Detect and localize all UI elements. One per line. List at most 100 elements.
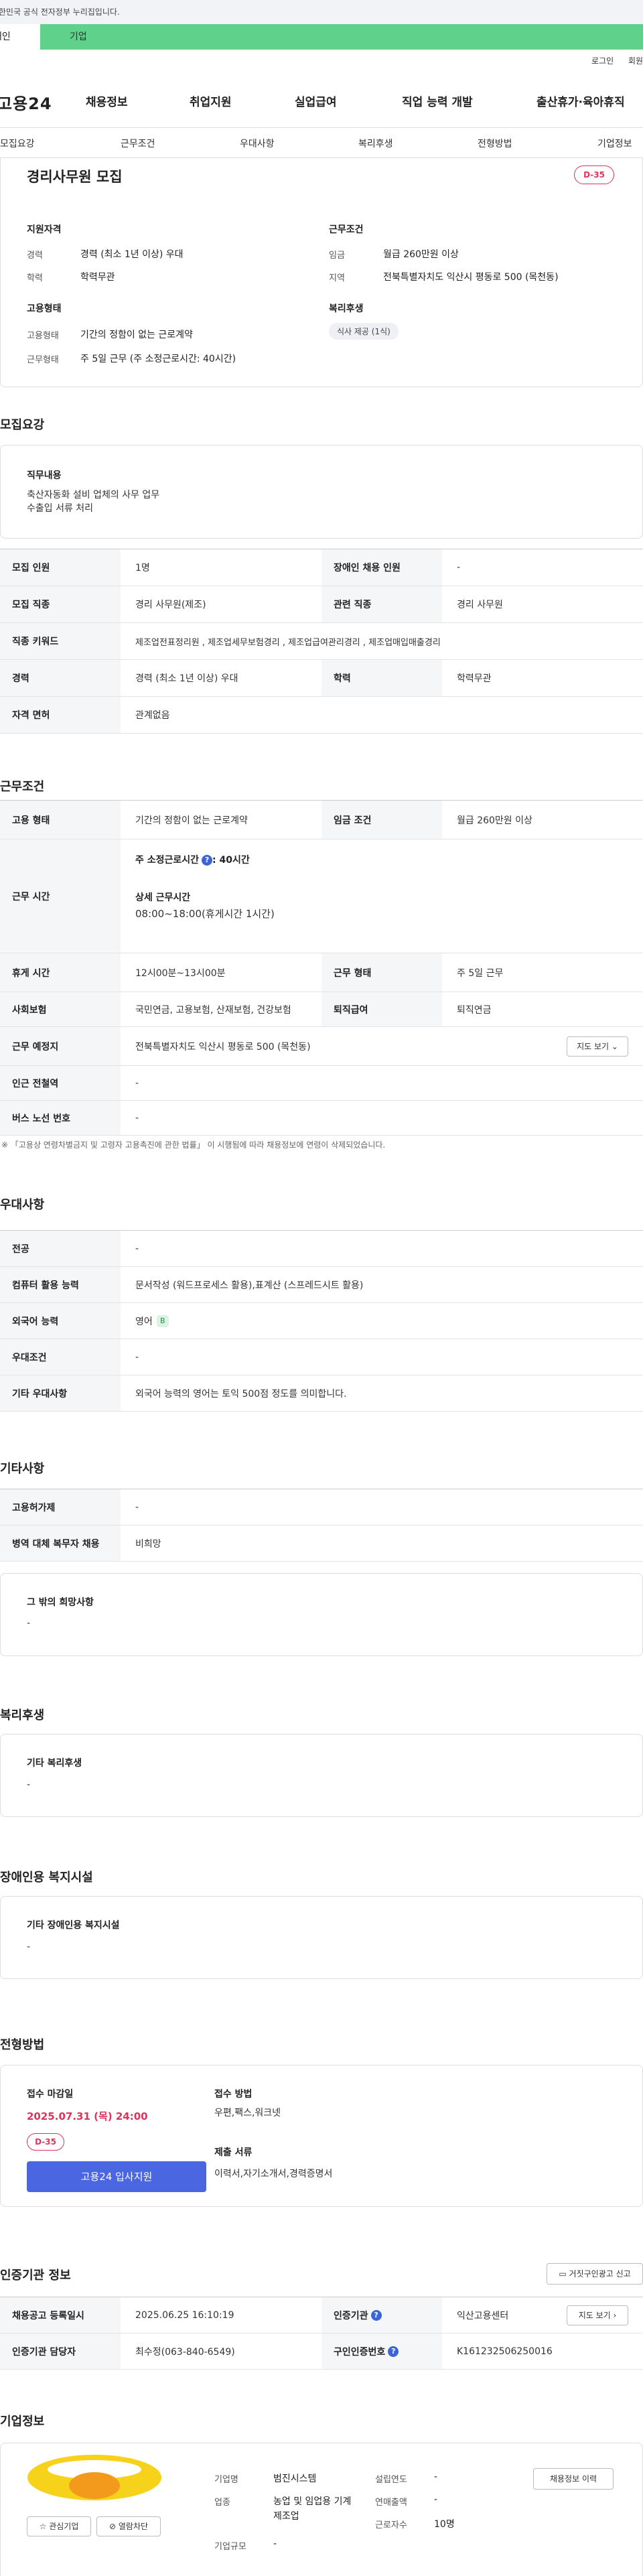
cell-value: - xyxy=(135,1112,139,1124)
gnb-item-employment-support[interactable]: 취업지원 xyxy=(190,92,232,109)
cell-value: 문서작성 (워드프로세스 활용),표계산 (스프레드시트 활용) xyxy=(135,1280,364,1291)
region-label: 지역 xyxy=(329,273,345,283)
cell-label: 근무 시간 xyxy=(0,839,121,953)
cell-value: 비희망 xyxy=(135,1538,161,1550)
cell-label: 근무 예정지 xyxy=(0,1027,121,1065)
agency-map-button[interactable]: 지도 보기 › xyxy=(567,2305,628,2325)
utility-menu: 로그인 회원가입 xyxy=(579,55,643,66)
table-row: 고용허가제 - xyxy=(0,1489,643,1526)
other-wish-value: - xyxy=(27,1618,31,1629)
welfare-section-heading: 복리후생 xyxy=(0,1708,45,1722)
cell-label: 인증기관 담당자 xyxy=(0,2333,121,2369)
table-row: 병역 대체 복무자 채용 비희망 xyxy=(0,1526,643,1562)
cell-label: 외국어 능력 xyxy=(0,1303,121,1339)
map-view-button[interactable]: 지도 보기 ⌄ xyxy=(567,1036,628,1057)
site-logo[interactable]: 고용24 xyxy=(0,90,52,114)
employment-type-value: 기간의 정함이 없는 근로계약 xyxy=(80,330,193,340)
info-icon[interactable]: ? xyxy=(202,855,213,866)
table-row: 고용 형태 기간의 정함이 없는 근로계약 임금 조건 월급 260만원 이상 xyxy=(0,801,643,839)
sec-nav-company[interactable]: 기업정보 xyxy=(597,137,632,150)
cell-value: 경리 사무원(제조) xyxy=(135,600,206,610)
apply-button[interactable]: 고용24 입사지원 xyxy=(27,2161,206,2192)
disability-box-value: - xyxy=(27,1942,31,1952)
cell-value: 익산고용센터 xyxy=(457,2310,509,2321)
table-row: 외국어 능력 영어 B xyxy=(0,1303,643,1339)
block-view-button[interactable]: ⊘ 열람차단 xyxy=(96,2516,161,2536)
cell-label: 구인인증번호? xyxy=(322,2333,442,2369)
sec-nav-selection[interactable]: 전형방법 xyxy=(478,137,512,150)
login-link[interactable]: 로그인 xyxy=(591,56,614,66)
table-row: 채용공고 등록일시 2025.06.25 16:10:19 인증기관? 익산고용… xyxy=(0,2297,643,2333)
gnb-item-job-info[interactable]: 채용정보 xyxy=(86,92,128,109)
cell-value: - xyxy=(135,1501,139,1513)
cell-value: K161232506250016 xyxy=(457,2346,553,2357)
join-link[interactable]: 회원가입 xyxy=(628,55,643,66)
cell-label: 사회보험 xyxy=(0,992,121,1026)
agency-heading: 인증기관 정보 xyxy=(0,2268,71,2283)
info-icon[interactable]: ? xyxy=(388,2346,399,2357)
table-row: 모집 인원 1명 장애인 채용 인원 - xyxy=(0,549,643,586)
cell-value: 외국어 능력의 영어는 토익 500점 정도를 의미합니다. xyxy=(135,1388,347,1400)
detail-hours-label: 상세 근무시간 xyxy=(135,892,191,903)
table-row: 컴퓨터 활용 능력 문서작성 (워드프로세스 활용),표계산 (스프레드시트 활… xyxy=(0,1267,643,1303)
cell-label: 근무 형태 xyxy=(322,953,442,992)
gnb-item-unemployment-benefit[interactable]: 실업급여 xyxy=(295,92,337,109)
cell-label: 퇴직급여 xyxy=(322,992,442,1026)
weekly-hours: 주 소정근로시간?: 40시간 xyxy=(135,853,250,866)
company-size-value: - xyxy=(273,2538,277,2549)
company-heading: 기업정보 xyxy=(0,2415,45,2429)
cell-value: 2025.06.25 16:10:19 xyxy=(135,2309,234,2321)
report-fake-ad-button[interactable]: ▭ 거짓구인광고 신고 xyxy=(547,2263,643,2285)
tab-individual[interactable]: 개인 xyxy=(0,24,40,50)
gnb-item-parental-leave[interactable]: 출산휴가·육아휴직 xyxy=(537,92,625,109)
cell-label: 버스 노선 번호 xyxy=(0,1101,121,1135)
sec-nav-preference[interactable]: 우대사항 xyxy=(240,137,275,150)
map-view-label: 지도 보기 xyxy=(577,1042,610,1051)
table-row: 자격 면허 관계없음 xyxy=(0,697,643,734)
cell-value: 전북특별자치도 익산시 평동로 500 (목천동) xyxy=(135,1041,311,1053)
cell-value: 학력무관 xyxy=(457,673,492,684)
cell-value: 12시00분~13시00분 xyxy=(135,967,226,979)
gov-banner: 이 누리집은 대한민국 공식 전자정부 누리집입니다. xyxy=(0,0,643,24)
wage-value: 월급 260만원 이상 xyxy=(383,249,459,260)
weekly-hours-value: : 40시간 xyxy=(212,855,250,866)
cell-value: 경력 (최소 1년 이상) 우대 xyxy=(135,673,238,684)
cell-value: 퇴직연금 xyxy=(457,1004,492,1016)
table-row: 모집 직종 경리 사무원(제조) 관련 직종 경리 사무원 xyxy=(0,586,643,623)
block-icon: ⊘ xyxy=(109,2522,117,2531)
duty-line-2: 수출입 서류 처리 xyxy=(27,503,94,514)
user-type-tabs: 개인 기업 xyxy=(0,24,643,50)
cell-value: - xyxy=(135,1243,139,1254)
gnb-item-skill-development[interactable]: 직업 능력 개발 xyxy=(402,92,473,109)
tab-corporate[interactable]: 기업 xyxy=(40,24,643,50)
method-label: 접수 방법 xyxy=(214,2089,253,2100)
conditions-section-heading: 근무조건 xyxy=(0,780,45,794)
cell-value: 월급 260만원 이상 xyxy=(457,815,532,826)
cell-label: 모집 직종 xyxy=(0,586,121,622)
staff-label: 근로자수 xyxy=(375,2520,407,2530)
docs-label: 제출 서류 xyxy=(214,2147,253,2158)
employment-type-heading: 고용형태 xyxy=(27,303,62,314)
cert-number-label: 구인인증번호 xyxy=(334,2346,386,2358)
sec-nav-conditions[interactable]: 근무조건 xyxy=(121,137,155,150)
disability-box-title: 기타 장애인용 복지시설 xyxy=(27,1920,120,1931)
cell-value: 기간의 정함이 없는 근로계약 xyxy=(135,815,248,826)
sec-nav-recruit[interactable]: 모집요강 xyxy=(0,137,35,150)
other-heading: 기타사항 xyxy=(0,1462,45,1476)
age-notice: ※ 「고용상 연령차별금지 및 고령자 고용촉진에 관한 법률」 이 시행됨에 … xyxy=(1,1140,386,1150)
info-icon[interactable]: ? xyxy=(370,2309,382,2321)
chevron-down-icon: ⌄ xyxy=(611,1042,618,1051)
job-history-button[interactable]: 채용정보 이력 xyxy=(533,2468,614,2490)
cell-label: 임금 조건 xyxy=(322,801,442,839)
company-logo xyxy=(27,2455,161,2500)
favorite-company-button[interactable]: ☆ 관심기업 xyxy=(27,2516,91,2536)
method-value: 우편,팩스,워크넷 xyxy=(214,2108,281,2118)
cell-label: 모집 인원 xyxy=(0,549,121,586)
wage-label: 임금 xyxy=(329,251,345,261)
region-value: 전북특별자치도 익산시 평동로 500 (목천동) xyxy=(383,272,559,283)
sec-nav-welfare[interactable]: 복리후생 xyxy=(358,137,393,150)
table-row: 전공 - xyxy=(0,1231,643,1267)
docs-value: 이력서,자기소개서,경력증명서 xyxy=(214,2169,333,2179)
welfare-chip: 식사 제공 (1식) xyxy=(329,323,399,340)
cell-value: - xyxy=(135,1351,139,1363)
